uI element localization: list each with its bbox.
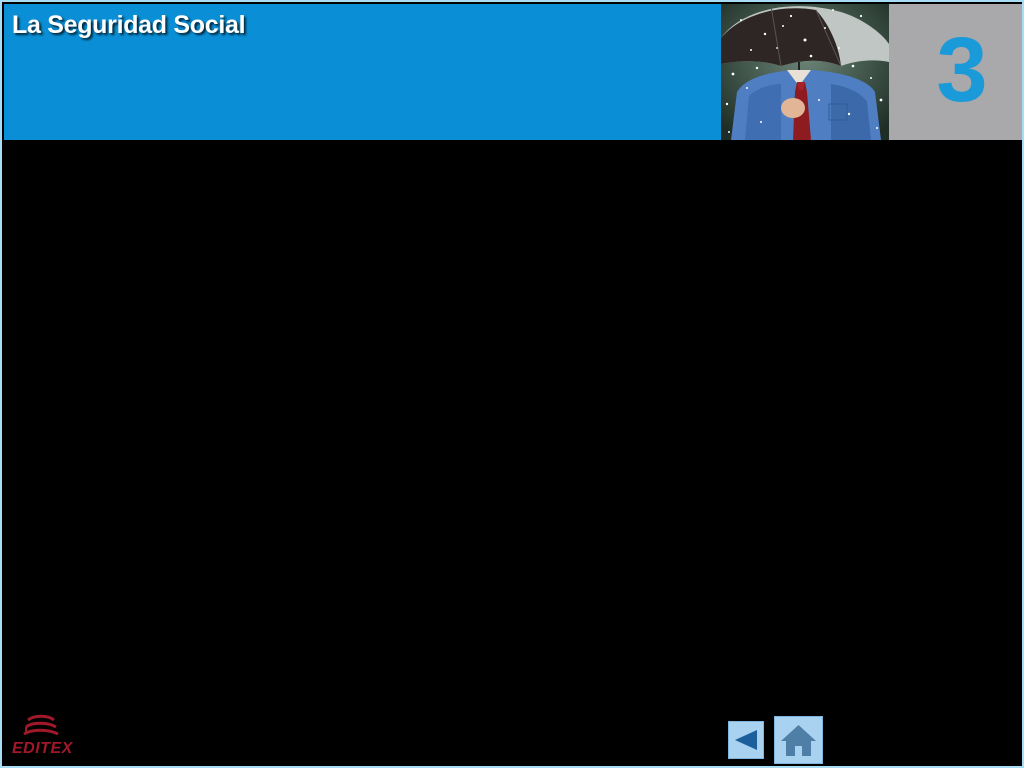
house-icon — [781, 725, 816, 756]
logo-text: EDITEX — [12, 740, 73, 757]
slide-title: La Seguridad Social — [12, 11, 246, 39]
editex-logo: EDITEX — [10, 712, 80, 760]
unit-number: 3 — [936, 19, 988, 121]
title-panel: La Seguridad Social — [4, 4, 721, 140]
back-button[interactable] — [728, 721, 764, 759]
triangle-left-icon — [735, 730, 757, 750]
unit-number-panel: 3 — [889, 4, 1022, 140]
slide-frame: La Seguridad Social 3 EDITEX — [0, 0, 1024, 768]
home-button[interactable] — [774, 716, 823, 764]
book-stack-icon — [23, 714, 59, 736]
slide-header: La Seguridad Social 3 — [4, 4, 1022, 140]
man-with-umbrella-photo — [721, 4, 889, 140]
